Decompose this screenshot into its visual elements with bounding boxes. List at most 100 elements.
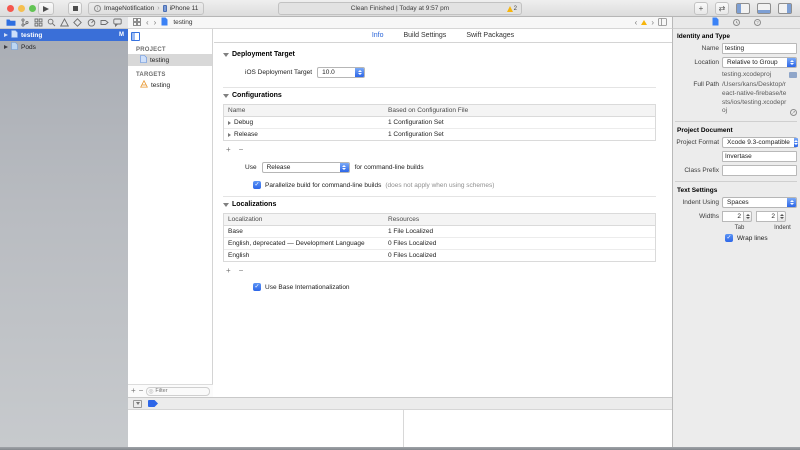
location-dropdown[interactable]: Relative to Group: [722, 57, 797, 68]
table-row[interactable]: English, deprecated — Development Langua…: [224, 238, 655, 250]
name-field[interactable]: [722, 43, 797, 54]
project-format-label: Project Format: [675, 139, 722, 146]
table-row[interactable]: Debug 1 Configuration Set: [224, 117, 655, 129]
code-review-button[interactable]: ⇄: [715, 2, 729, 15]
toggle-navigator-button[interactable]: [736, 3, 750, 14]
tab-swift-packages[interactable]: Swift Packages: [466, 32, 514, 39]
command-line-config-dropdown[interactable]: Release: [262, 162, 350, 173]
localization-resources: 0 Files Localized: [384, 238, 655, 249]
navigator-item-testing[interactable]: testing M: [0, 29, 128, 41]
debug-navigator-icon[interactable]: [87, 18, 96, 27]
toggle-inspector-button[interactable]: [778, 3, 792, 14]
quick-help-inspector-tab[interactable]: ?: [754, 19, 761, 26]
history-inspector-tab[interactable]: [733, 19, 740, 26]
extension-target-icon: i: [94, 5, 101, 12]
target-item[interactable]: testing: [128, 79, 212, 91]
debug-area-divider[interactable]: [403, 410, 404, 447]
project-item[interactable]: testing: [128, 54, 212, 66]
column-header-file: Based on Configuration File: [384, 105, 655, 116]
config-file: 1 Configuration Set: [384, 117, 655, 128]
table-row[interactable]: English 0 Files Localized: [224, 250, 655, 261]
project-document-header: Project Document: [677, 127, 797, 134]
tab-info[interactable]: Info: [372, 32, 384, 39]
deployment-target-section-header[interactable]: Deployment Target: [223, 51, 656, 58]
file-inspector-tab[interactable]: [712, 17, 719, 28]
issue-navigator-icon[interactable]: [60, 18, 69, 27]
localization-name: English, deprecated — Development Langua…: [224, 238, 384, 249]
project-settings-content: Info Build Settings Swift Packages Deplo…: [214, 29, 672, 397]
text-settings-header: Text Settings: [677, 187, 797, 194]
warning-badge[interactable]: 2: [507, 6, 517, 12]
stepper-arrows-icon[interactable]: [744, 211, 752, 222]
column-header-localization: Localization: [224, 214, 384, 225]
zoom-window-button[interactable]: [29, 5, 36, 12]
table-row[interactable]: Base 1 File Localized: [224, 226, 655, 238]
jumpbar-file-label[interactable]: testing: [173, 19, 192, 26]
row-disclosure-icon[interactable]: [228, 121, 231, 125]
remove-configuration-button[interactable]: −: [239, 146, 244, 154]
minimize-window-button[interactable]: [18, 5, 25, 12]
breakpoint-navigator-icon[interactable]: [100, 18, 109, 27]
class-prefix-field[interactable]: [722, 165, 797, 176]
parallelize-checkbox[interactable]: ✓: [253, 181, 261, 189]
dropdown-value: Relative to Group: [723, 58, 787, 67]
section-title: Configurations: [232, 92, 282, 99]
wrap-lines-checkbox[interactable]: ✓: [725, 234, 733, 242]
toggle-debug-area-button[interactable]: [757, 3, 771, 14]
remove-button[interactable]: −: [139, 387, 144, 395]
section-disclosure-icon[interactable]: [223, 203, 229, 207]
next-issue-button[interactable]: ›: [651, 18, 654, 28]
section-disclosure-icon[interactable]: [223, 94, 229, 98]
test-navigator-icon[interactable]: [73, 18, 82, 27]
organization-field[interactable]: [722, 151, 797, 162]
base-internationalization-checkbox[interactable]: ✓: [253, 283, 261, 291]
previous-issue-button[interactable]: ‹: [635, 18, 638, 28]
hide-debug-area-button[interactable]: [133, 400, 142, 408]
filter-field[interactable]: [146, 387, 210, 396]
scheme-selector[interactable]: i ImageNotification › iPhone 11: [88, 2, 204, 15]
tab-build-settings[interactable]: Build Settings: [404, 32, 447, 39]
ios-deployment-target-dropdown[interactable]: 10.0: [317, 67, 365, 78]
symbol-navigator-icon[interactable]: [34, 18, 43, 27]
forward-button[interactable]: ›: [154, 18, 157, 28]
add-localization-button[interactable]: +: [226, 267, 231, 275]
remove-localization-button[interactable]: −: [239, 267, 244, 275]
configurations-section-header[interactable]: Configurations: [223, 92, 656, 99]
navigator-item-pods[interactable]: Pods: [0, 41, 128, 53]
dropdown-value: 10.0: [318, 68, 355, 77]
editor-options-icon[interactable]: [658, 18, 667, 28]
close-window-button[interactable]: [7, 5, 14, 12]
disclosure-triangle-icon[interactable]: [4, 33, 8, 37]
dropdown-arrows-icon: [355, 68, 364, 77]
related-items-icon[interactable]: [133, 18, 141, 28]
section-disclosure-icon[interactable]: [223, 53, 229, 57]
project-format-dropdown[interactable]: Xcode 9.3-compatible: [722, 137, 797, 148]
project-navigator-icon[interactable]: [6, 18, 16, 27]
add-button[interactable]: +: [131, 387, 136, 395]
run-button[interactable]: [38, 2, 54, 15]
indent-width-stepper[interactable]: 2: [756, 211, 786, 222]
stepper-arrows-icon[interactable]: [778, 211, 786, 222]
folder-icon[interactable]: [789, 72, 797, 78]
back-button[interactable]: ‹: [146, 18, 149, 28]
table-row[interactable]: Release 1 Configuration Set: [224, 129, 655, 140]
search-navigator-icon[interactable]: [47, 18, 56, 27]
report-navigator-icon[interactable]: [113, 18, 122, 27]
identity-and-type-header: Identity and Type: [677, 33, 797, 40]
project-file-icon: [140, 55, 147, 65]
localizations-section-header[interactable]: Localizations: [223, 201, 656, 208]
row-disclosure-icon[interactable]: [228, 133, 231, 137]
source-control-navigator-icon[interactable]: [20, 18, 29, 27]
project-file-icon: [11, 42, 18, 52]
indent-using-dropdown[interactable]: Spaces: [722, 197, 797, 208]
filter-input[interactable]: [155, 388, 207, 395]
tab-width-stepper[interactable]: 2: [722, 211, 752, 222]
reveal-arrow-icon[interactable]: ↗: [790, 109, 797, 116]
breakpoints-toggle-button[interactable]: [148, 400, 158, 407]
editor-tab-bar: Info Build Settings Swift Packages: [214, 29, 672, 43]
add-configuration-button[interactable]: +: [226, 146, 231, 154]
library-add-button[interactable]: +: [694, 2, 708, 15]
disclosure-triangle-icon[interactable]: [4, 45, 8, 49]
stop-button[interactable]: [68, 2, 82, 15]
toggle-projects-column-button[interactable]: [131, 32, 140, 41]
